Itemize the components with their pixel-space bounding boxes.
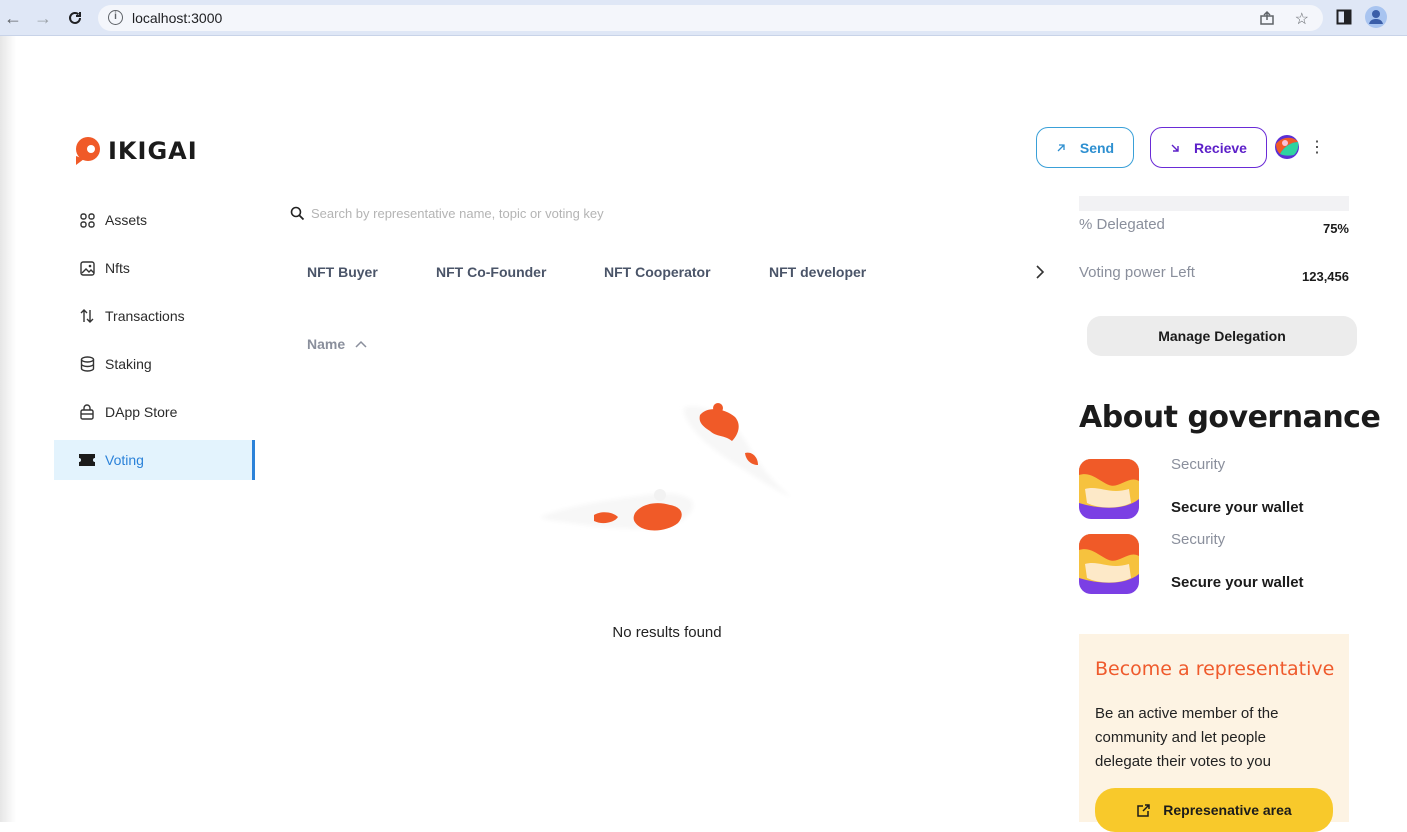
delegated-label: % Delegated	[1079, 216, 1165, 233]
side-panel-icon[interactable]	[1336, 9, 1352, 25]
card-category: Security	[1171, 456, 1226, 473]
receive-label: Recieve	[1194, 139, 1247, 156]
security-card-image[interactable]	[1079, 534, 1139, 594]
image-icon	[78, 259, 96, 277]
delegated-value: 75%	[1322, 221, 1349, 236]
representative-panel: Become a representative Be an active mem…	[1079, 634, 1349, 832]
koi-logo-icon	[72, 136, 102, 166]
profile-avatar-icon[interactable]	[1365, 6, 1387, 28]
card-category: Security	[1171, 531, 1226, 548]
app-logo[interactable]: IKIGAI	[72, 136, 198, 166]
column-label: Name	[307, 336, 346, 352]
bookmark-star-icon[interactable]: ☆	[1295, 9, 1309, 29]
sidebar-item-dapp-store[interactable]: DApp Store	[54, 392, 255, 432]
browser-toolbar: ← → i localhost:3000 ☆	[0, 0, 1407, 36]
security-card-image[interactable]	[1079, 459, 1139, 519]
database-icon	[78, 355, 96, 373]
sidebar-item-label: DApp Store	[105, 404, 178, 420]
sidebar-item-label: Transactions	[105, 308, 185, 324]
chevron-up-icon	[355, 340, 367, 348]
address-bar[interactable]: i localhost:3000 ☆	[98, 5, 1323, 31]
tag-nft-co-founder[interactable]: NFT Co-Founder	[436, 264, 546, 280]
representative-button-label: Represenative area	[1163, 802, 1292, 818]
sidebar-item-label: Assets	[105, 212, 148, 228]
reload-icon[interactable]	[64, 7, 86, 29]
wallet-avatar[interactable]	[1274, 134, 1300, 160]
external-link-icon	[1136, 803, 1151, 818]
store-icon	[78, 403, 96, 421]
arrows-updown-icon	[78, 307, 96, 325]
right-panel-divider	[1079, 196, 1349, 211]
ticket-icon	[78, 451, 96, 469]
koi-fish-illustration	[530, 395, 810, 545]
sidebar-item-nfts[interactable]: Nfts	[54, 248, 255, 288]
more-options-icon[interactable]: ⋮	[1309, 138, 1325, 158]
forward-icon[interactable]: →	[32, 7, 54, 29]
sidebar-item-label: Nfts	[105, 260, 130, 276]
search-input[interactable]	[311, 205, 871, 221]
search-icon	[290, 206, 305, 221]
empty-state-text: No results found	[612, 624, 722, 641]
back-icon[interactable]: ←	[2, 7, 24, 29]
sidebar-item-transactions[interactable]: Transactions	[54, 296, 255, 336]
sidebar-item-voting[interactable]: Voting	[54, 440, 255, 480]
sidebar-item-label: Staking	[105, 356, 152, 372]
tag-nft-cooperator[interactable]: NFT Cooperator	[604, 264, 711, 280]
arrow-up-right-icon	[1056, 143, 1066, 153]
manage-delegation-button[interactable]: Manage Delegation	[1087, 316, 1357, 356]
chevron-right-icon[interactable]	[1034, 264, 1046, 280]
page-left-shadow	[0, 36, 16, 822]
sidebar-item-assets[interactable]: Assets	[54, 200, 255, 240]
share-icon[interactable]	[1259, 10, 1275, 26]
voting-power-label: Voting power Left	[1079, 264, 1195, 281]
site-info-icon[interactable]: i	[108, 10, 123, 25]
representative-description: Be an active member of the community and…	[1095, 705, 1279, 770]
tag-nft-buyer[interactable]: NFT Buyer	[307, 264, 378, 280]
card-title[interactable]: Secure your wallet	[1171, 499, 1304, 516]
search-bar	[290, 203, 890, 223]
address-url: localhost:3000	[132, 10, 223, 26]
brand-name: IKIGAI	[108, 137, 198, 165]
sidebar-item-label: Voting	[105, 452, 144, 468]
representative-area-button[interactable]: Represenative area	[1095, 788, 1333, 832]
voting-power-value: 123,456	[1302, 269, 1349, 284]
tag-nft-developer[interactable]: NFT developer	[769, 264, 866, 280]
name-column-header[interactable]: Name	[307, 336, 367, 352]
sidebar-item-staking[interactable]: Staking	[54, 344, 255, 384]
send-label: Send	[1079, 139, 1115, 156]
arrow-down-right-icon	[1170, 143, 1180, 153]
about-governance-title: About governance	[1079, 400, 1381, 435]
receive-button[interactable]: Recieve	[1150, 127, 1267, 168]
card-title[interactable]: Secure your wallet	[1171, 574, 1304, 591]
send-button[interactable]: Send	[1036, 127, 1134, 168]
grid-icon	[78, 211, 96, 229]
representative-title: Become a representative	[1095, 658, 1335, 680]
